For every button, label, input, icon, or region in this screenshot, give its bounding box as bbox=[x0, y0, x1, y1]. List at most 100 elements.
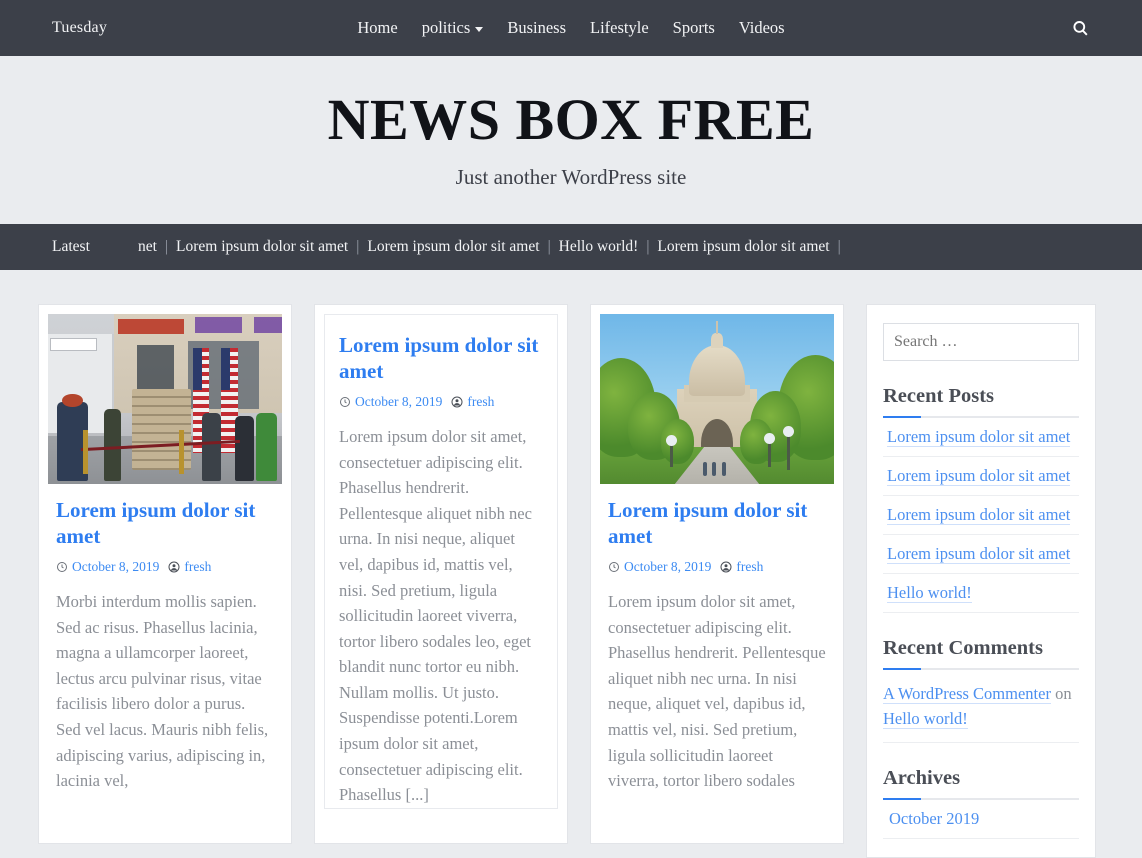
nav-item-videos[interactable]: Videos bbox=[739, 18, 785, 38]
post-date-label: October 8, 2019 bbox=[355, 394, 442, 410]
post-date[interactable]: October 8, 2019 bbox=[608, 559, 711, 575]
ticker-separator: | bbox=[348, 238, 367, 256]
post-meta: October 8, 2019 fresh bbox=[608, 559, 826, 575]
post-card-inner: Lorem ipsum dolor sit amet October 8, 20… bbox=[324, 314, 558, 809]
post-author[interactable]: fresh bbox=[451, 394, 494, 410]
post-meta: October 8, 2019 fresh bbox=[56, 559, 274, 575]
chevron-down-icon bbox=[475, 27, 483, 32]
post-title-link[interactable]: Lorem ipsum dolor sit amet bbox=[608, 498, 807, 548]
ticker-item[interactable]: Lorem ipsum dolor sit amet bbox=[176, 238, 348, 256]
user-icon bbox=[720, 561, 732, 573]
ticker-separator: | bbox=[540, 238, 559, 256]
recent-post-link[interactable]: Lorem ipsum dolor sit amet bbox=[887, 505, 1070, 525]
post-author-label: fresh bbox=[467, 394, 494, 410]
post-author[interactable]: fresh bbox=[720, 559, 763, 575]
nav-item-business[interactable]: Business bbox=[507, 18, 566, 38]
sidebar: Recent Posts Lorem ipsum dolor sit amet … bbox=[866, 304, 1096, 858]
user-icon bbox=[168, 561, 180, 573]
nav-item-home[interactable]: Home bbox=[357, 18, 397, 38]
site-tagline: Just another WordPress site bbox=[456, 165, 687, 190]
recent-post-link[interactable]: Lorem ipsum dolor sit amet bbox=[887, 427, 1070, 447]
recent-posts-list: Lorem ipsum dolor sit amet Lorem ipsum d… bbox=[883, 418, 1079, 613]
post-author[interactable]: fresh bbox=[168, 559, 211, 575]
post-title[interactable]: Lorem ipsum dolor sit amet bbox=[56, 498, 274, 549]
user-icon bbox=[451, 396, 463, 408]
post-card: Lorem ipsum dolor sit amet October 8, 20… bbox=[314, 304, 568, 844]
post-excerpt: Morbi interdum mollis sapien. Sed ac ris… bbox=[56, 589, 274, 794]
post-card-body: Lorem ipsum dolor sit amet October 8, 20… bbox=[48, 484, 282, 794]
widget-title: Recent Comments bbox=[883, 637, 1079, 670]
primary-navigation: Home politics Business Lifestyle Sports … bbox=[0, 18, 1142, 38]
post-title-link[interactable]: Lorem ipsum dolor sit amet bbox=[56, 498, 255, 548]
comment-author-link[interactable]: A WordPress Commenter bbox=[883, 684, 1051, 704]
list-item[interactable]: Hello world! bbox=[883, 574, 1079, 613]
post-date-label: October 8, 2019 bbox=[72, 559, 159, 575]
post-title[interactable]: Lorem ipsum dolor sit amet bbox=[339, 333, 543, 384]
page-content: Lorem ipsum dolor sit amet October 8, 20… bbox=[0, 270, 1142, 858]
recent-post-link[interactable]: Hello world! bbox=[887, 583, 972, 603]
list-item[interactable]: Lorem ipsum dolor sit amet bbox=[883, 418, 1079, 457]
site-masthead: NEWS BOX FREE Just another WordPress sit… bbox=[0, 56, 1142, 224]
post-date[interactable]: October 8, 2019 bbox=[56, 559, 159, 575]
list-item[interactable]: Lorem ipsum dolor sit amet bbox=[883, 496, 1079, 535]
post-card: Lorem ipsum dolor sit amet October 8, 20… bbox=[38, 304, 292, 844]
post-thumbnail[interactable] bbox=[600, 314, 834, 484]
ticker-separator: | bbox=[638, 238, 657, 256]
nav-item-label: Business bbox=[507, 18, 566, 38]
recent-post-link[interactable]: Lorem ipsum dolor sit amet bbox=[887, 466, 1070, 486]
post-card-inner: Lorem ipsum dolor sit amet October 8, 20… bbox=[600, 314, 834, 794]
list-item[interactable]: Lorem ipsum dolor sit amet bbox=[883, 535, 1079, 574]
recent-posts-widget: Recent Posts Lorem ipsum dolor sit amet … bbox=[883, 385, 1079, 613]
nav-item-label: Home bbox=[357, 18, 397, 38]
list-item[interactable]: October 2019 bbox=[883, 800, 1079, 839]
capitol-building-photo bbox=[600, 314, 834, 484]
post-author-label: fresh bbox=[736, 559, 763, 575]
post-card-inner: Lorem ipsum dolor sit amet October 8, 20… bbox=[48, 314, 282, 794]
site-title[interactable]: NEWS BOX FREE bbox=[328, 90, 815, 151]
post-author-label: fresh bbox=[184, 559, 211, 575]
nav-item-sports[interactable]: Sports bbox=[673, 18, 715, 38]
post-excerpt: Lorem ipsum dolor sit amet, consectetuer… bbox=[339, 424, 543, 807]
nav-item-label: Sports bbox=[673, 18, 715, 38]
widget-title: Recent Posts bbox=[883, 385, 1079, 418]
nav-item-label: Videos bbox=[739, 18, 785, 38]
recent-comments-widget: Recent Comments A WordPress Commenter on… bbox=[883, 637, 1079, 743]
nav-item-label: Lifestyle bbox=[590, 18, 649, 38]
post-excerpt: Lorem ipsum dolor sit amet, consectetuer… bbox=[608, 589, 826, 794]
ticker-item[interactable]: Lorem ipsum dolor sit amet bbox=[657, 238, 829, 256]
post-meta: October 8, 2019 fresh bbox=[339, 394, 543, 410]
ticker-separator: | bbox=[157, 238, 176, 256]
archives-widget: Archives October 2019 bbox=[883, 767, 1079, 839]
nav-item-politics[interactable]: politics bbox=[422, 18, 484, 38]
ticker-item[interactable]: net bbox=[138, 238, 157, 256]
clock-icon bbox=[608, 561, 620, 573]
post-date[interactable]: October 8, 2019 bbox=[339, 394, 442, 410]
ticker-item[interactable]: Hello world! bbox=[559, 238, 639, 256]
ticker-item-list: net | Lorem ipsum dolor sit amet | Lorem… bbox=[138, 238, 849, 256]
archives-list: October 2019 bbox=[883, 800, 1079, 839]
post-thumbnail[interactable] bbox=[48, 314, 282, 484]
post-title-link[interactable]: Lorem ipsum dolor sit amet bbox=[339, 333, 538, 383]
archive-link[interactable]: October 2019 bbox=[889, 809, 979, 828]
list-item[interactable]: Lorem ipsum dolor sit amet bbox=[883, 457, 1079, 496]
nav-item-lifestyle[interactable]: Lifestyle bbox=[590, 18, 649, 38]
post-card-body: Lorem ipsum dolor sit amet October 8, 20… bbox=[325, 315, 557, 808]
clock-icon bbox=[56, 561, 68, 573]
search-toggle-button[interactable] bbox=[1071, 19, 1090, 38]
clock-icon bbox=[339, 396, 351, 408]
search-widget bbox=[883, 323, 1079, 361]
ticker-label: Latest bbox=[52, 238, 138, 256]
comment-post-link[interactable]: Hello world! bbox=[883, 709, 968, 729]
recent-post-link[interactable]: Lorem ipsum dolor sit amet bbox=[887, 544, 1070, 564]
nav-item-label: politics bbox=[422, 18, 471, 38]
ticker-item[interactable]: Lorem ipsum dolor sit amet bbox=[367, 238, 539, 256]
widget-title: Archives bbox=[883, 767, 1079, 800]
post-card: Lorem ipsum dolor sit amet October 8, 20… bbox=[590, 304, 844, 844]
search-input[interactable] bbox=[883, 323, 1079, 361]
post-title[interactable]: Lorem ipsum dolor sit amet bbox=[608, 498, 826, 549]
top-navigation-bar: Tuesday Home politics Business Lifestyle… bbox=[0, 0, 1142, 56]
post-card-grid: Lorem ipsum dolor sit amet October 8, 20… bbox=[38, 304, 844, 844]
comment-on-label: on bbox=[1055, 684, 1072, 703]
latest-news-ticker: Latest net | Lorem ipsum dolor sit amet … bbox=[0, 224, 1142, 270]
post-date-label: October 8, 2019 bbox=[624, 559, 711, 575]
